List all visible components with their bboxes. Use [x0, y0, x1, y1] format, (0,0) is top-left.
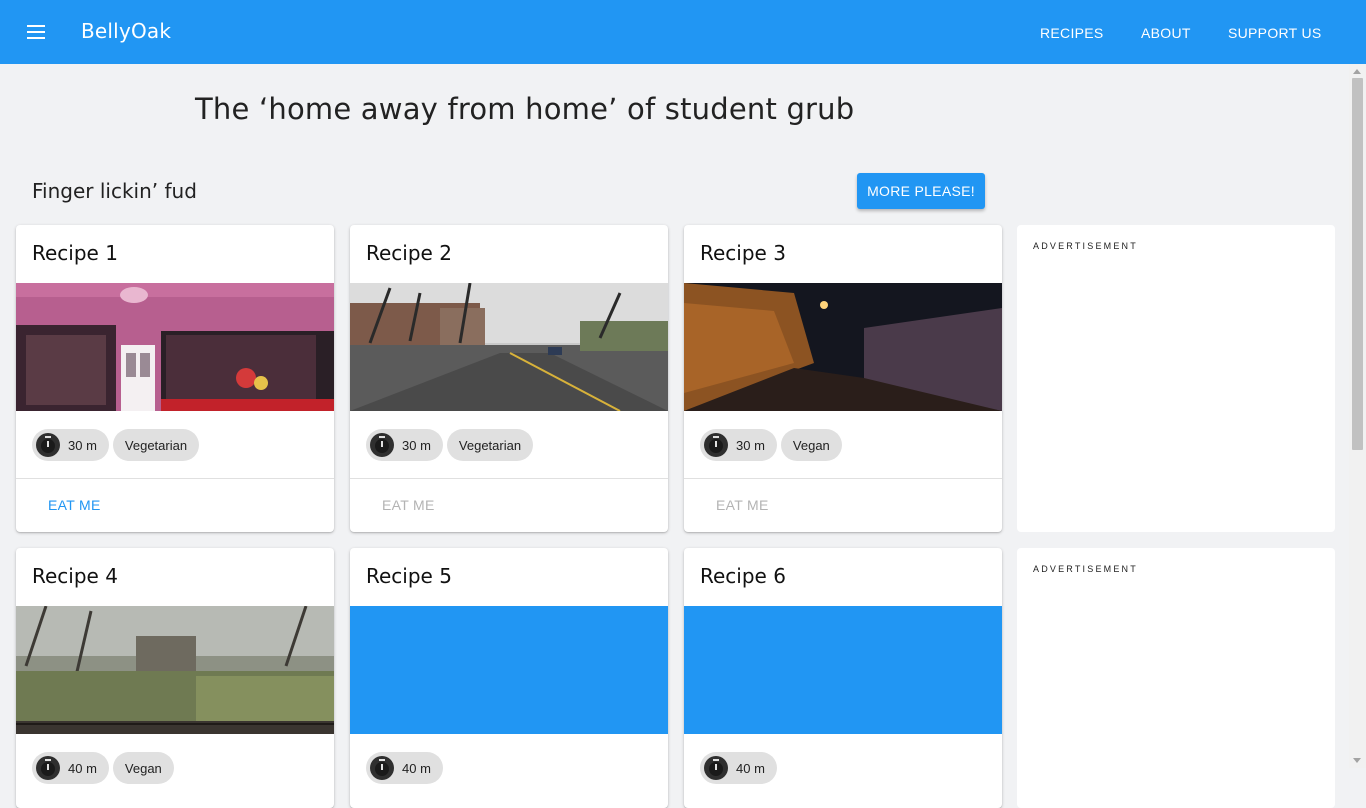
brand-title[interactable]: BellyOak — [81, 19, 171, 43]
recipe-card-1: Recipe 1 30 m Vegetarian EAT ME — [16, 225, 334, 532]
page-tagline: The ‘home away from home’ of student gru… — [195, 92, 855, 126]
diet-chip: Vegan — [780, 429, 842, 461]
card-divider — [350, 478, 668, 479]
advertisement-slot-1[interactable]: ADVERTISEMENT — [1017, 225, 1335, 532]
timer-icon — [370, 756, 394, 780]
scroll-thumb[interactable] — [1352, 78, 1363, 450]
more-please-button[interactable]: MORE PLEASE! — [857, 173, 985, 209]
page-scrollbar[interactable] — [1349, 64, 1366, 768]
recipe-image — [16, 283, 334, 411]
cook-time-chip: 40 m — [366, 752, 443, 784]
cook-time-chip: 30 m — [32, 429, 109, 461]
advertisement-label: ADVERTISEMENT — [1033, 241, 1138, 251]
recipe-title: Recipe 1 — [32, 241, 118, 265]
recipe-card-6: Recipe 6 40 m — [684, 548, 1002, 808]
nav-recipes[interactable]: RECIPES — [1040, 25, 1104, 41]
menu-icon[interactable] — [24, 20, 48, 44]
recipe-image — [684, 283, 1002, 411]
scroll-up-arrow-icon[interactable] — [1353, 69, 1361, 74]
timer-icon — [704, 756, 728, 780]
cook-time-label: 40 m — [402, 760, 431, 776]
timer-icon — [36, 433, 60, 457]
cook-time-label: 30 m — [402, 437, 431, 453]
timer-icon — [704, 433, 728, 457]
eat-me-button[interactable]: EAT ME — [382, 497, 435, 513]
section-title: Finger lickin’ fud — [32, 179, 197, 203]
diet-chip: Vegetarian — [112, 429, 200, 461]
nav-about[interactable]: ABOUT — [1141, 25, 1191, 41]
cook-time-chip: 30 m — [366, 429, 443, 461]
recipe-card-4: Recipe 4 40 m Vegan — [16, 548, 334, 808]
recipe-card-5: Recipe 5 40 m — [350, 548, 668, 808]
recipe-title: Recipe 2 — [366, 241, 452, 265]
eat-me-button[interactable]: EAT ME — [48, 497, 101, 513]
cook-time-label: 40 m — [736, 760, 765, 776]
diet-chip: Vegetarian — [446, 429, 534, 461]
recipe-card-3: Recipe 3 30 m Vegan EAT ME — [684, 225, 1002, 532]
timer-icon — [36, 756, 60, 780]
scroll-down-arrow-icon[interactable] — [1353, 758, 1361, 763]
recipe-title: Recipe 4 — [32, 564, 118, 588]
recipe-title: Recipe 3 — [700, 241, 786, 265]
cook-time-label: 30 m — [736, 437, 765, 453]
cook-time-label: 30 m — [68, 437, 97, 453]
nav-support-us[interactable]: SUPPORT US — [1228, 25, 1322, 41]
recipe-image-placeholder — [684, 606, 1002, 734]
cook-time-chip: 40 m — [700, 752, 777, 784]
advertisement-label: ADVERTISEMENT — [1033, 564, 1138, 574]
recipe-image-placeholder — [350, 606, 668, 734]
recipe-title: Recipe 6 — [700, 564, 786, 588]
recipe-card-2: Recipe 2 30 m Vegetarian EAT ME — [350, 225, 668, 532]
app-bar: BellyOak RECIPES ABOUT SUPPORT US — [0, 0, 1366, 64]
recipe-title: Recipe 5 — [366, 564, 452, 588]
advertisement-slot-2[interactable]: ADVERTISEMENT — [1017, 548, 1335, 808]
cook-time-label: 40 m — [68, 760, 97, 776]
cook-time-chip: 30 m — [700, 429, 777, 461]
eat-me-button[interactable]: EAT ME — [716, 497, 769, 513]
card-divider — [684, 478, 1002, 479]
timer-icon — [370, 433, 394, 457]
card-divider — [16, 478, 334, 479]
recipe-image — [350, 283, 668, 411]
diet-chip: Vegan — [112, 752, 174, 784]
cook-time-chip: 40 m — [32, 752, 109, 784]
recipe-image — [16, 606, 334, 734]
